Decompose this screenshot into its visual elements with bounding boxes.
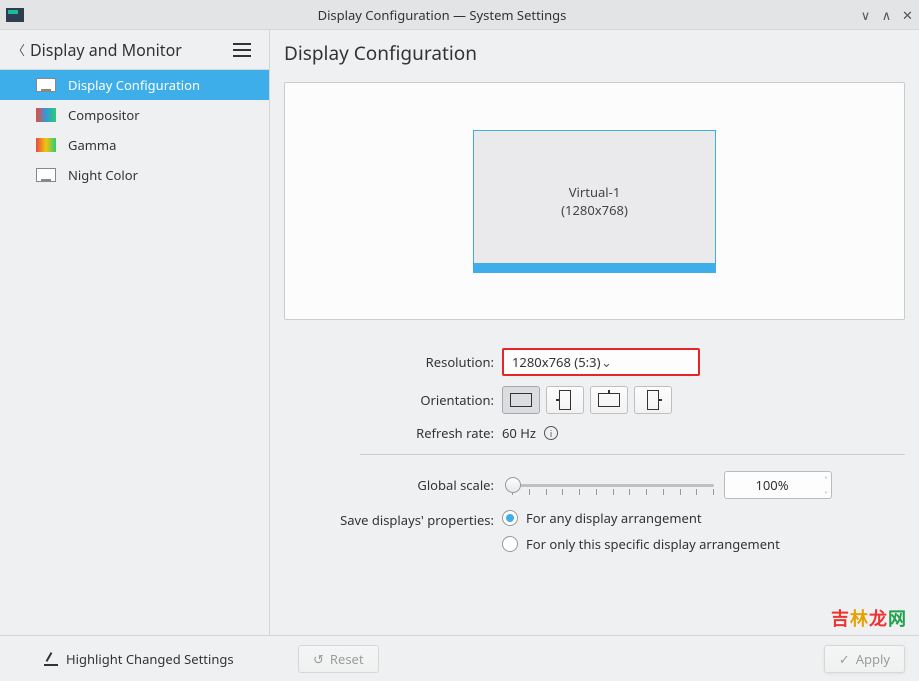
settings-form: Resolution: 1280x768 (5:3) ⌄ Orientation… bbox=[284, 348, 905, 561]
sidebar-item-label: Display Configuration bbox=[68, 76, 200, 94]
apply-button[interactable]: ✓ Apply bbox=[824, 645, 905, 673]
night-color-icon bbox=[36, 168, 56, 182]
label-scale: Global scale: bbox=[284, 476, 502, 494]
resolution-value: 1280x768 (5:3) bbox=[512, 353, 601, 371]
label-save: Save displays' properties: bbox=[284, 509, 502, 529]
reset-label: Reset bbox=[330, 650, 364, 668]
check-icon: ✓ bbox=[839, 650, 850, 668]
save-radio-group: For any display arrangement For only thi… bbox=[502, 509, 780, 561]
scale-value: 100% bbox=[733, 476, 811, 494]
highlight-label: Highlight Changed Settings bbox=[66, 650, 234, 668]
content-pane: Display Configuration Virtual-1 (1280x76… bbox=[270, 30, 919, 635]
radio-specific-arrangement[interactable]: For only this specific display arrangeme… bbox=[502, 535, 780, 553]
orientation-landscape-flipped[interactable] bbox=[590, 386, 628, 414]
radio-label: For any display arrangement bbox=[526, 509, 702, 527]
sidebar-item-display-configuration[interactable]: Display Configuration bbox=[0, 70, 269, 100]
spin-arrows[interactable]: ˄˅ bbox=[825, 475, 827, 501]
page-title: Display Configuration bbox=[284, 34, 905, 82]
row-save-props: Save displays' properties: For any displ… bbox=[284, 509, 905, 561]
row-refresh: Refresh rate: 60 Hz i bbox=[284, 424, 905, 442]
maximize-icon[interactable]: ∧ bbox=[881, 6, 892, 24]
orientation-landscape[interactable] bbox=[502, 386, 540, 414]
refresh-value-wrap: 60 Hz i bbox=[502, 424, 558, 442]
sidebar-header: 〈 Display and Monitor bbox=[0, 30, 269, 70]
gamma-icon bbox=[36, 138, 56, 152]
resolution-dropdown[interactable]: 1280x768 (5:3) ⌄ bbox=[502, 348, 700, 376]
minimize-icon[interactable]: ∨ bbox=[860, 6, 871, 24]
close-icon[interactable]: ✕ bbox=[902, 6, 913, 24]
orientation-group bbox=[502, 386, 672, 414]
footer: Highlight Changed Settings ↺ Reset ✓ App… bbox=[0, 635, 919, 681]
sidebar-item-label: Compositor bbox=[68, 106, 140, 124]
title-bar: Display Configuration — System Settings … bbox=[0, 0, 919, 30]
radio-icon bbox=[502, 510, 518, 526]
radio-any-arrangement[interactable]: For any display arrangement bbox=[502, 509, 780, 527]
refresh-value: 60 Hz bbox=[502, 424, 536, 442]
sidebar: 〈 Display and Monitor Display Configurat… bbox=[0, 30, 270, 635]
menu-icon[interactable] bbox=[233, 43, 257, 57]
window-title: Display Configuration — System Settings bbox=[24, 6, 860, 24]
orientation-portrait-right[interactable] bbox=[634, 386, 672, 414]
window-controls: ∨ ∧ ✕ bbox=[860, 6, 913, 24]
info-icon[interactable]: i bbox=[544, 426, 558, 440]
sidebar-item-night-color[interactable]: Night Color bbox=[0, 160, 269, 190]
main-area: 〈 Display and Monitor Display Configurat… bbox=[0, 30, 919, 635]
sidebar-list: Display Configuration Compositor Gamma N… bbox=[0, 70, 269, 635]
scale-slider[interactable] bbox=[502, 475, 714, 495]
label-refresh: Refresh rate: bbox=[284, 424, 502, 442]
monitor-resolution: (1280x768) bbox=[561, 201, 628, 219]
sidebar-item-label: Night Color bbox=[68, 166, 138, 184]
highlight-changed-toggle[interactable]: Highlight Changed Settings bbox=[14, 650, 284, 668]
reset-button[interactable]: ↺ Reset bbox=[298, 645, 379, 673]
monitor-thumbnail[interactable]: Virtual-1 (1280x768) bbox=[473, 130, 716, 273]
row-resolution: Resolution: 1280x768 (5:3) ⌄ bbox=[284, 348, 905, 376]
watermark: 吉林龙网 bbox=[831, 605, 907, 631]
footer-right: ✓ Apply bbox=[379, 645, 905, 673]
apply-label: Apply bbox=[856, 650, 890, 668]
row-scale: Global scale: 100% ˄˅ bbox=[284, 471, 905, 499]
undo-icon: ↺ bbox=[313, 650, 324, 668]
app-icon bbox=[6, 8, 24, 22]
label-orientation: Orientation: bbox=[284, 391, 502, 409]
chevron-down-icon: ⌄ bbox=[601, 353, 690, 371]
sidebar-title: Display and Monitor bbox=[30, 39, 233, 61]
scale-spinbox[interactable]: 100% ˄˅ bbox=[724, 471, 832, 499]
sidebar-item-compositor[interactable]: Compositor bbox=[0, 100, 269, 130]
back-icon[interactable]: 〈 bbox=[12, 40, 30, 59]
display-preview: Virtual-1 (1280x768) bbox=[284, 82, 905, 320]
monitor-name: Virtual-1 bbox=[569, 183, 621, 201]
separator bbox=[360, 454, 905, 455]
sidebar-item-gamma[interactable]: Gamma bbox=[0, 130, 269, 160]
highlight-icon bbox=[44, 652, 58, 666]
display-icon bbox=[36, 78, 56, 92]
sidebar-item-label: Gamma bbox=[68, 136, 116, 154]
monitor-base bbox=[473, 263, 716, 273]
label-resolution: Resolution: bbox=[284, 353, 502, 371]
slider-handle-icon[interactable] bbox=[505, 477, 521, 493]
radio-label: For only this specific display arrangeme… bbox=[526, 535, 780, 553]
compositor-icon bbox=[36, 108, 56, 122]
row-orientation: Orientation: bbox=[284, 386, 905, 414]
radio-icon bbox=[502, 536, 518, 552]
orientation-portrait-left[interactable] bbox=[546, 386, 584, 414]
